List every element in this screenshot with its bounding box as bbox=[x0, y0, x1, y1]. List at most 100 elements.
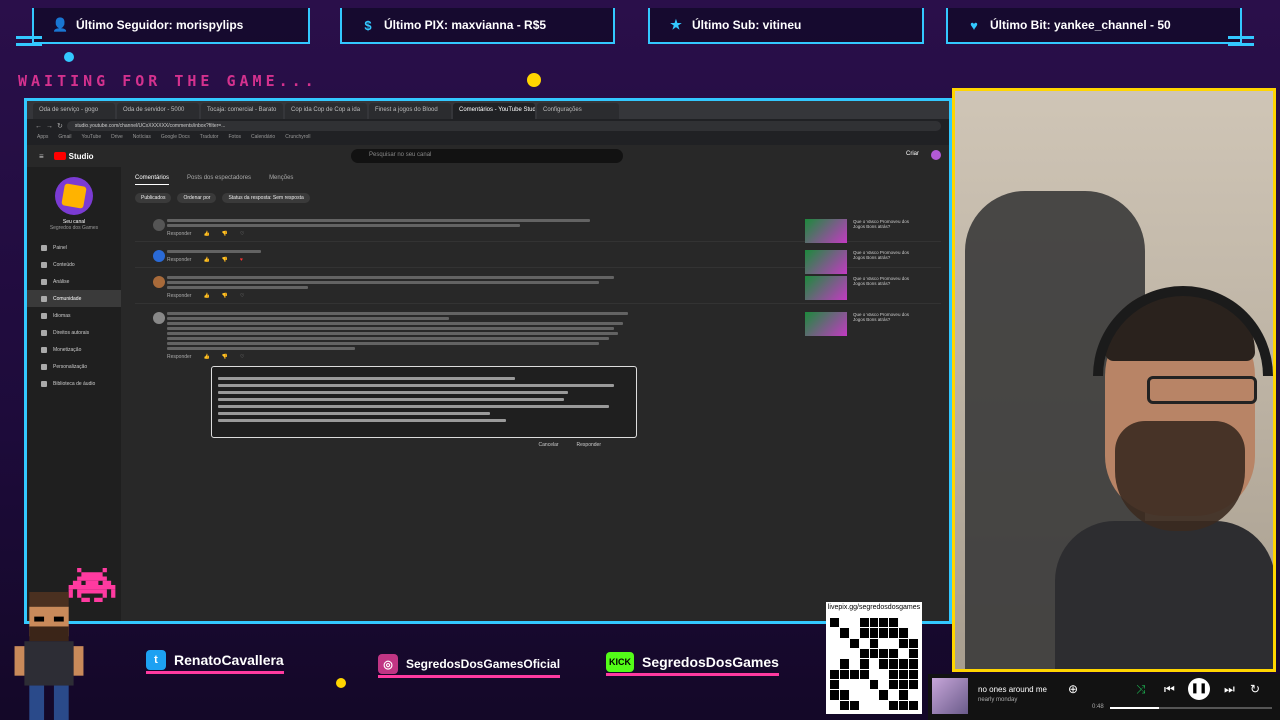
channel-avatar[interactable] bbox=[55, 177, 93, 215]
reply-button[interactable]: Responder bbox=[167, 257, 191, 263]
bookmark[interactable]: Gmail bbox=[58, 134, 71, 144]
bookmark[interactable]: Apps bbox=[37, 134, 48, 144]
kick-icon: KICK bbox=[606, 652, 634, 672]
heart-icon: ♥ bbox=[970, 17, 978, 33]
pix-qr-code bbox=[826, 614, 922, 714]
youtube-play-icon bbox=[53, 152, 66, 160]
bookmark[interactable]: Notícias bbox=[133, 134, 151, 144]
create-button[interactable]: Criar bbox=[906, 151, 919, 157]
avatar bbox=[153, 219, 165, 231]
reply-button[interactable]: Responder bbox=[167, 354, 191, 360]
qr-url: livepix.gg/segredosdosgames bbox=[826, 602, 922, 614]
last-bit-bar: ♥ Último Bit: yankee_channel - 50 bbox=[946, 8, 1242, 44]
bookmark[interactable]: Tradutor bbox=[200, 134, 219, 144]
instagram-icon: ◎ bbox=[378, 654, 398, 674]
elapsed-time: 0:48 bbox=[1092, 704, 1104, 710]
sidebar-item-analytics[interactable]: Análise bbox=[27, 273, 121, 290]
thumbs-down-icon[interactable]: 👎 bbox=[222, 257, 228, 263]
reply-submit-button[interactable]: Responder bbox=[577, 442, 601, 448]
heart-icon[interactable]: ♡ bbox=[240, 231, 244, 237]
sidebar-item-content[interactable]: Conteúdo bbox=[27, 256, 121, 273]
browser-tab-active[interactable]: Comentários - YouTube Studio bbox=[453, 103, 535, 119]
reply-textarea[interactable] bbox=[211, 366, 637, 438]
sidebar-item-languages[interactable]: Idiomas bbox=[27, 307, 121, 324]
video-thumbnail bbox=[805, 219, 847, 243]
thumbs-down-icon[interactable]: 👎 bbox=[222, 293, 228, 299]
thumbs-up-icon[interactable]: 👍 bbox=[203, 354, 209, 360]
studio-search-input[interactable]: Pesquisar no seu canal bbox=[351, 149, 623, 163]
bookmark[interactable]: Calendário bbox=[251, 134, 275, 144]
filter-sort[interactable]: Ordenar por bbox=[177, 193, 217, 203]
browser-tab[interactable]: Oda de serviço - gogo bbox=[33, 103, 115, 119]
tab-mentions[interactable]: Menções bbox=[269, 175, 293, 185]
shuffle-icon[interactable]: ⤨ bbox=[1136, 682, 1146, 697]
menu-icon[interactable]: ≡ bbox=[39, 152, 44, 161]
waiting-banner: WAITING FOR THE GAME... bbox=[18, 72, 318, 90]
tab-comments[interactable]: Comentários bbox=[135, 175, 170, 185]
forward-icon[interactable]: → bbox=[46, 123, 53, 130]
browser-tab[interactable]: Cop ida Cop de Cop a ida bbox=[285, 103, 367, 119]
heart-icon[interactable]: ♡ bbox=[240, 354, 244, 360]
pause-button[interactable]: ❚❚ bbox=[1188, 678, 1210, 700]
thumbs-up-icon[interactable]: 👍 bbox=[203, 257, 209, 263]
studio-sidebar: Seu canal Segredos dos Games Painel Cont… bbox=[27, 167, 121, 621]
cancel-button[interactable]: Cancelar bbox=[539, 442, 559, 448]
sidebar-item-customization[interactable]: Personalização bbox=[27, 358, 121, 375]
thumbs-up-icon[interactable]: 👍 bbox=[203, 231, 209, 237]
video-reference[interactable]: Que o Vasco Promoveu dos Jogos Bons atrá… bbox=[805, 312, 915, 336]
comments-subtabs: Comentários Posts dos espectadores Mençõ… bbox=[127, 167, 949, 185]
reload-icon[interactable]: ↻ bbox=[57, 122, 63, 130]
thumbs-down-icon[interactable]: 👎 bbox=[222, 354, 228, 360]
repeat-icon[interactable]: ↻ bbox=[1250, 682, 1260, 696]
last-sub-label: Último Sub: vitineu bbox=[692, 18, 802, 32]
streamer-shirt bbox=[1055, 521, 1273, 669]
studio-main: Comentários Posts dos espectadores Mençõ… bbox=[127, 167, 949, 621]
filter-reply-status[interactable]: Status da resposta: Sem resposta bbox=[222, 193, 310, 203]
video-reference[interactable]: Que o Vasco Promoveu dos Jogos Bons atrá… bbox=[805, 276, 915, 300]
music-player: no ones around me nearly monday ⊕ ⤨ ⏮ ❚❚… bbox=[928, 674, 1280, 720]
sidebar-item-dashboard[interactable]: Painel bbox=[27, 239, 121, 256]
languages-icon bbox=[41, 312, 47, 319]
twitter-handle: t RenatoCavallera bbox=[146, 650, 284, 674]
last-follower-bar: 👤 Último Seguidor: morispylips bbox=[32, 8, 310, 44]
browser-tab[interactable]: Oda de servidor - 5000 bbox=[117, 103, 199, 119]
browser-tab[interactable]: Configurações bbox=[537, 103, 619, 119]
comment-item: Responder 👍 👎 ♡ Que o Vasco Promoveu dos Jo… bbox=[135, 211, 941, 243]
reply-button[interactable]: Responder bbox=[167, 293, 191, 299]
sidebar-item-audio-library[interactable]: Biblioteca de áudio bbox=[27, 375, 121, 392]
browser-tab[interactable]: Finest a jogos do Blood bbox=[369, 103, 451, 119]
previous-icon[interactable]: ⏮ bbox=[1164, 682, 1175, 697]
browser-tab[interactable]: Tocaja: comercial - Barato bbox=[201, 103, 283, 119]
address-bar[interactable]: studio.youtube.com/channel/UCxXXXXXX/com… bbox=[66, 121, 941, 131]
analytics-icon bbox=[41, 278, 47, 285]
user-icon: 👤 bbox=[52, 17, 69, 32]
next-icon[interactable]: ⏭ bbox=[1224, 682, 1235, 697]
bookmark[interactable]: Google Docs bbox=[161, 134, 190, 144]
bookmark[interactable]: YouTube bbox=[81, 134, 101, 144]
avatar[interactable] bbox=[931, 150, 941, 160]
sidebar-item-monetization[interactable]: Monetização bbox=[27, 341, 121, 358]
thumbs-up-icon[interactable]: 👍 bbox=[203, 293, 209, 299]
avatar bbox=[153, 276, 165, 288]
bookmark[interactable]: Crunchyroll bbox=[285, 134, 310, 144]
reply-button[interactable]: Responder bbox=[167, 231, 191, 237]
add-icon[interactable]: ⊕ bbox=[1068, 682, 1078, 696]
comment-item: Responder 👍 👎 ♡ Que o Vasco Promoveu dos Jo… bbox=[135, 268, 941, 304]
community-icon bbox=[41, 295, 47, 302]
last-follower-label: Último Seguidor: morispylips bbox=[76, 18, 244, 32]
tab-viewer-posts[interactable]: Posts dos espectadores bbox=[187, 175, 251, 185]
filter-published[interactable]: Publicados bbox=[135, 193, 172, 203]
thumbs-down-icon[interactable]: 👎 bbox=[222, 231, 228, 237]
sidebar-item-copyright[interactable]: Direitos autorais bbox=[27, 324, 121, 341]
bookmark[interactable]: Fotos bbox=[228, 134, 241, 144]
progress-bar[interactable] bbox=[1110, 707, 1272, 709]
back-icon[interactable]: ← bbox=[35, 123, 42, 130]
sidebar-item-community[interactable]: Comunidade bbox=[27, 290, 121, 307]
studio-logo[interactable]: Studio bbox=[53, 152, 94, 161]
bookmark[interactable]: Drive bbox=[111, 134, 123, 144]
heart-icon[interactable]: ♡ bbox=[240, 293, 244, 299]
video-reference[interactable]: Que o Vasco Promoveu dos Jogos Bons atrá… bbox=[805, 219, 915, 243]
youtube-studio-page: ≡ Studio Pesquisar no seu canal Criar Se… bbox=[27, 145, 949, 621]
address-row: ← → ↻ studio.youtube.com/channel/UCxXXXX… bbox=[27, 119, 949, 133]
heart-icon[interactable]: ♥ bbox=[240, 257, 243, 263]
